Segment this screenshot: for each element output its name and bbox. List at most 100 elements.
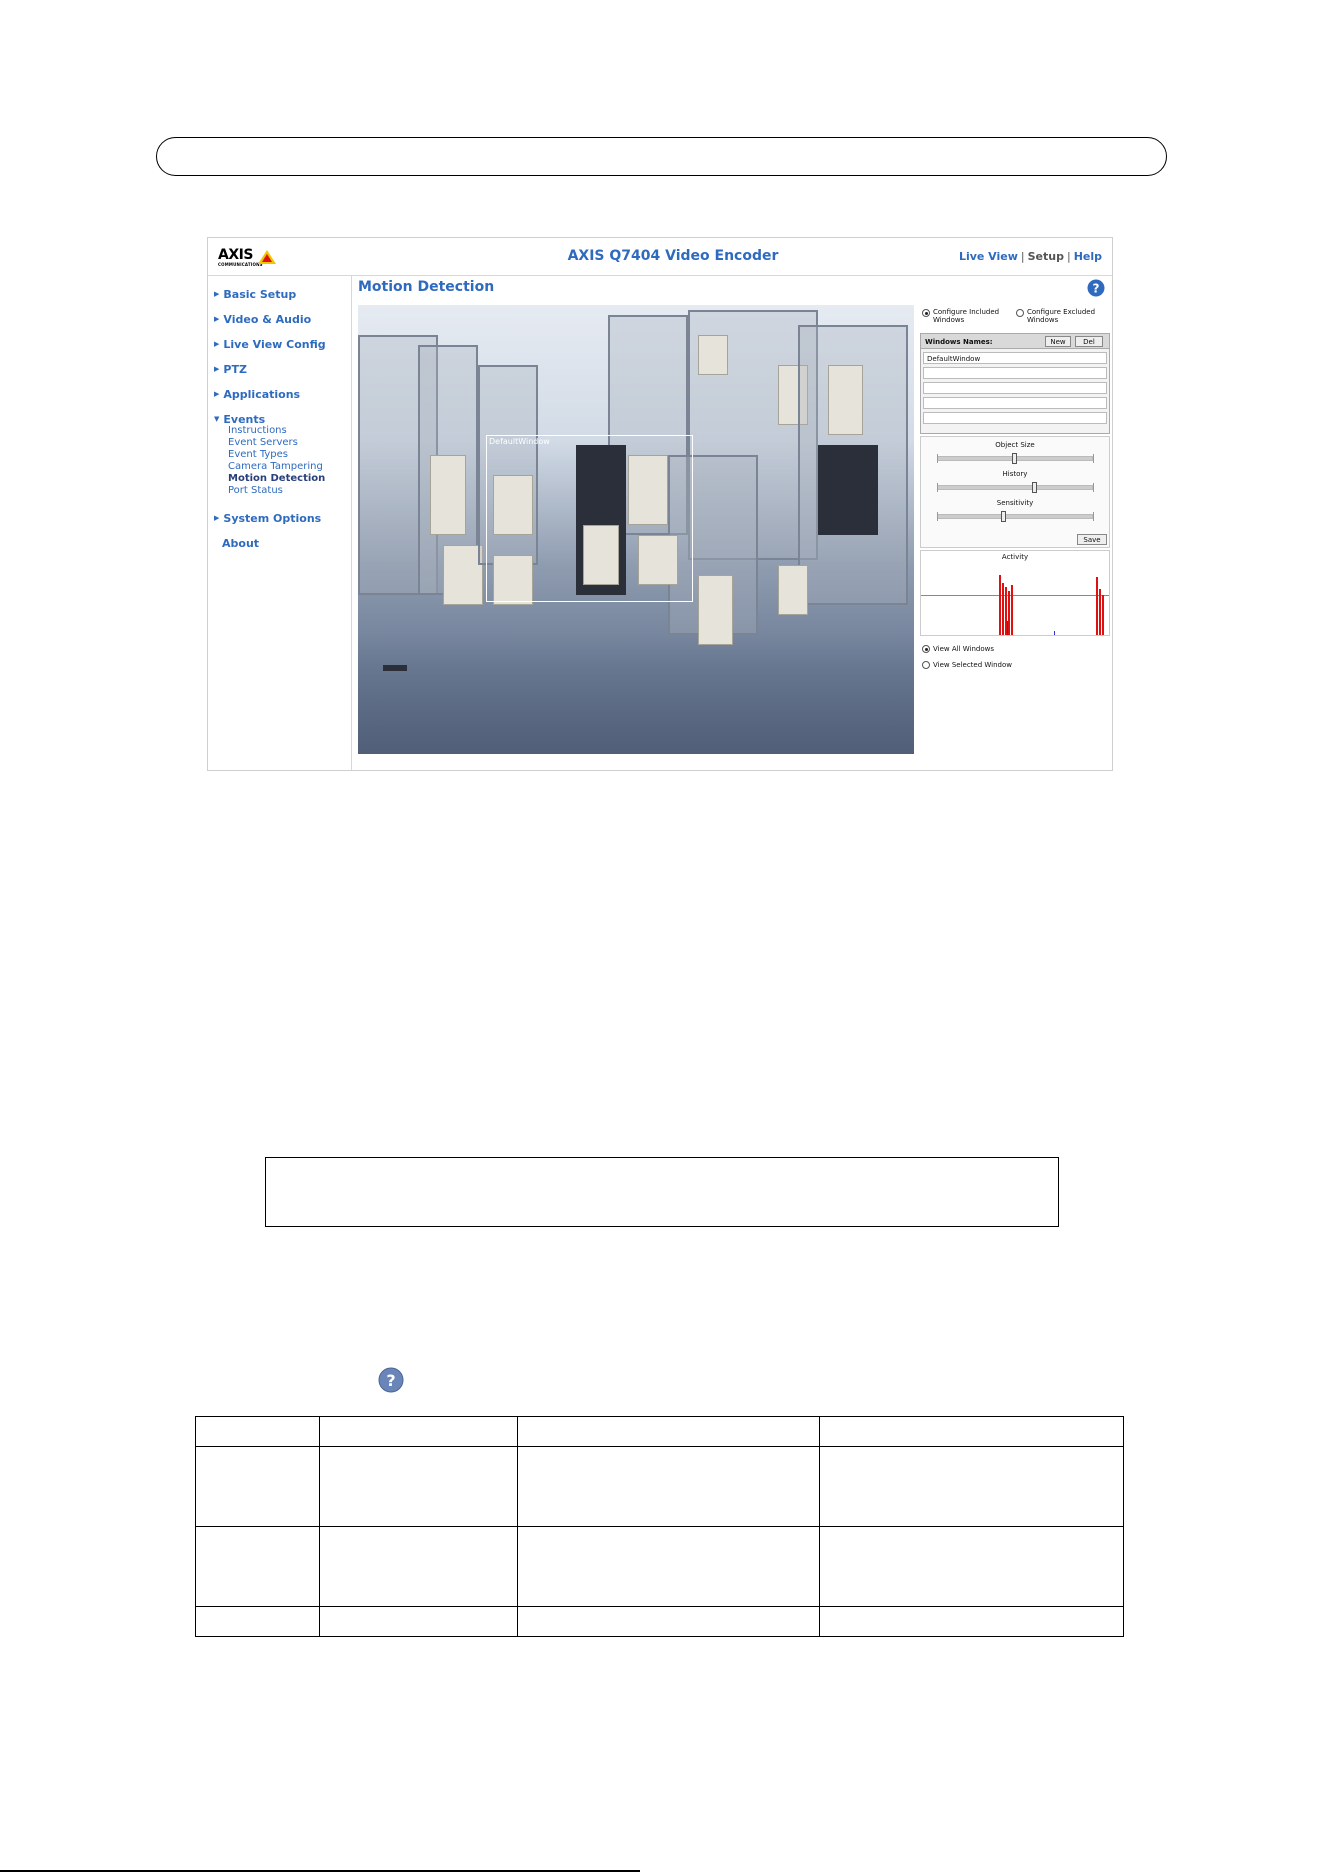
sidebar-item-label: Basic Setup	[223, 288, 297, 301]
chevron-down-icon: ▼	[214, 415, 220, 423]
table-row	[195, 1416, 1124, 1447]
sidebar-item-live-view-config[interactable]: ▶ Live View Config	[214, 338, 326, 351]
window-row-selected[interactable]: DefaultWindow	[923, 352, 1107, 364]
rack-equipment	[778, 565, 808, 615]
axis-logo[interactable]: AXIS COMMUNICATIONS	[218, 247, 278, 269]
history-slider-thumb[interactable]	[1032, 482, 1038, 493]
sidebar-item-label: System Options	[223, 512, 322, 525]
activity-graph: Activity	[920, 550, 1110, 636]
chevron-right-icon: ▶	[214, 390, 220, 398]
help-icon: ?	[378, 1367, 404, 1393]
sidebar-subitem-camera-tampering[interactable]: Camera Tampering	[228, 461, 323, 473]
window-row[interactable]	[923, 367, 1107, 379]
radio-view-all-windows[interactable]	[922, 645, 930, 653]
link-separator: |	[1066, 250, 1071, 263]
note-box	[265, 1157, 1059, 1227]
new-window-button[interactable]: New	[1045, 336, 1071, 347]
camera-view[interactable]: DefaultWindow	[358, 305, 914, 754]
radio-view-selected-window-label: View Selected Window	[933, 661, 1013, 669]
delete-window-button[interactable]: Del	[1075, 336, 1103, 347]
help-link[interactable]: Help	[1074, 250, 1102, 263]
table-cell	[195, 1606, 320, 1637]
window-row[interactable]	[923, 397, 1107, 409]
sidebar-subitem-port-status[interactable]: Port Status	[228, 485, 283, 497]
table-row	[195, 1606, 1124, 1637]
activity-bar	[999, 575, 1001, 635]
sidebar-subitem-motion-detection[interactable]: Motion Detection	[228, 473, 325, 485]
radio-configure-excluded[interactable]	[1016, 309, 1024, 317]
sidebar: ▶ Basic Setup ▶ Video & Audio ▶ Live View C…	[208, 276, 352, 770]
live-view-link[interactable]: Live View	[959, 250, 1018, 263]
windows-list: Windows Names: New Del DefaultWindow	[920, 333, 1110, 434]
table-cell	[819, 1416, 1124, 1447]
rack-equipment	[828, 365, 863, 435]
table-cell	[516, 1446, 821, 1527]
table-cell	[195, 1446, 320, 1527]
sliders-panel: Object Size History Sensitivity Save	[920, 436, 1110, 548]
slider-tick	[1093, 512, 1094, 521]
chevron-right-icon: ▶	[214, 365, 220, 373]
windows-names-label: Windows Names:	[925, 338, 993, 346]
chevron-right-icon: ▶	[214, 290, 220, 298]
page-title: Motion Detection	[358, 279, 495, 295]
table-cell	[318, 1416, 518, 1447]
activity-bar	[1007, 621, 1008, 635]
floor-vent	[383, 665, 407, 671]
rack-equipment	[443, 545, 483, 605]
axis-ui-screenshot: AXIS COMMUNICATIONS AXIS Q7404 Video Enc…	[207, 237, 1113, 771]
sidebar-subitem-event-servers[interactable]: Event Servers	[228, 437, 298, 449]
window-row[interactable]	[923, 412, 1107, 424]
sidebar-item-label: Live View Config	[223, 338, 326, 351]
radio-configure-excluded-label: Configure Excluded Windows	[1027, 308, 1096, 324]
table-cell	[516, 1416, 821, 1447]
sensitivity-slider[interactable]	[937, 514, 1093, 519]
sidebar-item-label: Video & Audio	[223, 313, 312, 326]
help-glyph: ?	[1093, 282, 1100, 296]
sidebar-item-system-options[interactable]: ▶ System Options	[214, 512, 321, 525]
sidebar-item-basic-setup[interactable]: ▶ Basic Setup	[214, 288, 296, 301]
radio-view-all-windows-label: View All Windows	[933, 645, 994, 653]
camera-floor	[358, 635, 914, 754]
table-cell	[195, 1526, 320, 1607]
window-row[interactable]	[923, 382, 1107, 394]
table-cell	[819, 1446, 1124, 1527]
help-icon[interactable]: ?	[1087, 279, 1105, 297]
logo-triangle-icon	[258, 250, 276, 264]
top-links: Live View | Setup | Help	[959, 250, 1102, 263]
ui-header: AXIS COMMUNICATIONS AXIS Q7404 Video Enc…	[208, 238, 1112, 276]
radio-configure-included[interactable]	[922, 309, 930, 317]
settings-table	[195, 1416, 1124, 1637]
motion-window[interactable]: DefaultWindow	[486, 435, 693, 602]
chevron-right-icon: ▶	[214, 315, 220, 323]
sensitivity-slider-thumb[interactable]	[1001, 511, 1007, 522]
activity-bar	[1096, 577, 1098, 635]
setup-link[interactable]: Setup	[1028, 250, 1064, 263]
motion-settings-panel: Configure Included Windows Configure Exc…	[920, 305, 1110, 685]
sidebar-subitem-event-types[interactable]: Event Types	[228, 449, 288, 461]
slider-tick	[1093, 483, 1094, 492]
link-separator: |	[1020, 250, 1025, 263]
sidebar-item-applications[interactable]: ▶ Applications	[214, 388, 300, 401]
sidebar-item-video-audio[interactable]: ▶ Video & Audio	[214, 313, 311, 326]
sidebar-subitem-instructions[interactable]: Instructions	[228, 425, 287, 437]
table-cell	[819, 1526, 1124, 1607]
chevron-right-icon: ▶	[214, 514, 220, 522]
slider-tick	[937, 454, 938, 463]
sidebar-item-label: Applications	[223, 388, 301, 401]
activity-label: Activity	[1001, 553, 1029, 561]
sidebar-item-about[interactable]: About	[222, 537, 259, 550]
activity-bar	[1099, 589, 1101, 635]
table-cell	[819, 1606, 1124, 1637]
rack-equipment	[698, 575, 733, 645]
logo-word: AXIS	[218, 247, 253, 263]
window-row-label: DefaultWindow	[927, 355, 981, 363]
table-row	[195, 1526, 1124, 1607]
save-button[interactable]: Save	[1077, 534, 1107, 545]
slider-tick	[1093, 454, 1094, 463]
sidebar-item-ptz[interactable]: ▶ PTZ	[214, 363, 247, 376]
radio-view-selected-window[interactable]	[922, 661, 930, 669]
rack-equipment	[818, 445, 878, 535]
history-slider[interactable]	[937, 485, 1093, 490]
object-size-slider-thumb[interactable]	[1012, 453, 1017, 464]
sidebar-item-label: PTZ	[223, 363, 247, 376]
